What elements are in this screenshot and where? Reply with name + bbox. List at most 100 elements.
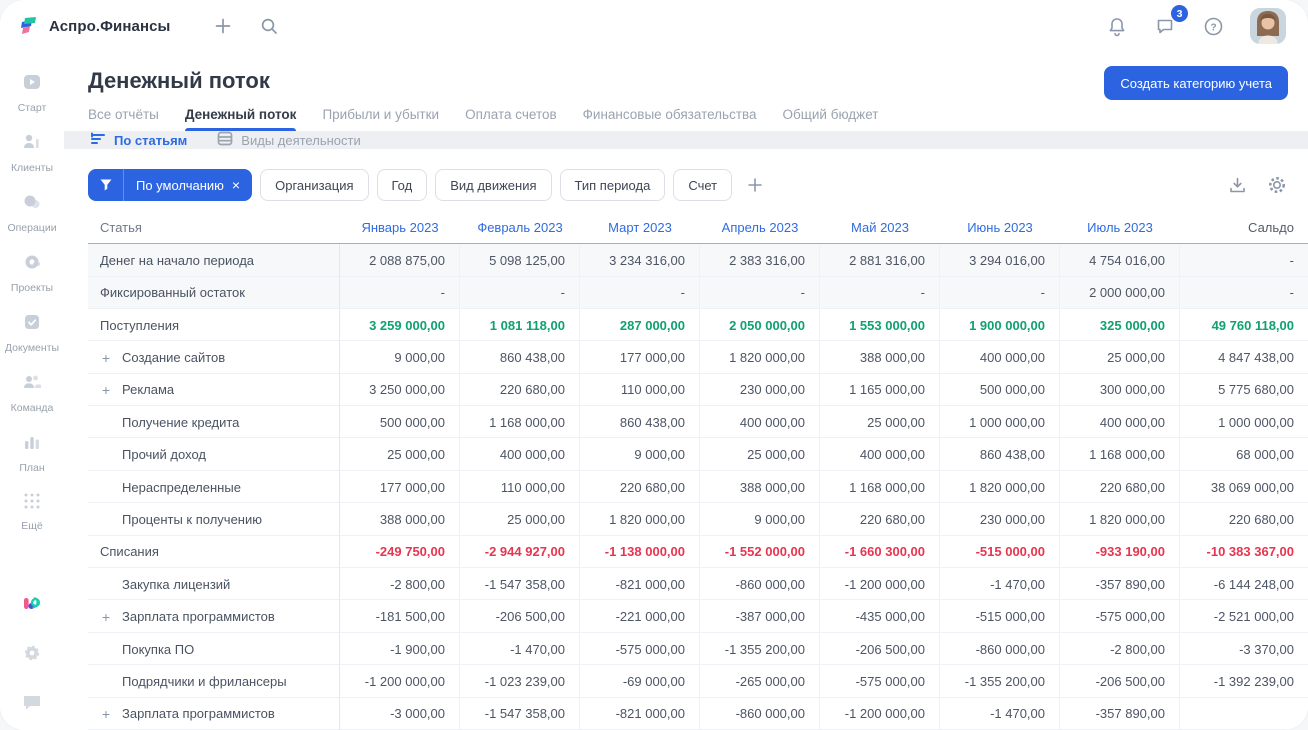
sidebar-item-label: Старт: [17, 102, 47, 114]
messages-button[interactable]: 3: [1148, 5, 1188, 43]
table-row[interactable]: Проценты к получению 388 000,00 25 000,00 1…: [88, 503, 1308, 536]
sidebar-item-label: Проекты: [10, 282, 54, 294]
table-row[interactable]: + Реклама 3 250 000,00 220 680,00 110 000,00…: [88, 373, 1308, 407]
expand-plus-icon[interactable]: +: [100, 609, 112, 625]
table-row[interactable]: Закупка лицензий -2 800,00 -1 547 358,00 -8…: [88, 568, 1308, 601]
avatar-photo: [1250, 8, 1286, 44]
tab-1[interactable]: Денежный поток: [184, 107, 296, 131]
sidebar-item-clients[interactable]: Клиенты: [0, 122, 64, 182]
active-filter-chip[interactable]: По умолчанию ×: [88, 169, 253, 202]
table-settings-button[interactable]: [1266, 174, 1288, 196]
add-button[interactable]: [206, 9, 240, 43]
row-label-cell: + Создание сайтов: [88, 341, 340, 374]
app-logo[interactable]: Аспро.Финансы: [18, 15, 170, 37]
svg-text:?: ?: [1210, 22, 1216, 33]
tab-2[interactable]: Прибыли и убытки: [322, 107, 439, 131]
tab-3[interactable]: Оплата счетов: [465, 107, 557, 131]
settings-button[interactable]: [19, 640, 45, 666]
filter-chip-2[interactable]: Вид движения: [435, 169, 552, 202]
row-label: Получение кредита: [122, 414, 240, 430]
value-cell: 1 165 000,00: [820, 373, 940, 407]
help-button[interactable]: ?: [1196, 9, 1230, 43]
table-row[interactable]: Поступления 3 259 000,00 1 081 118,00 287 0…: [88, 308, 1308, 342]
table-row[interactable]: Списания -249 750,00 -2 944 927,00 -1 138 0…: [88, 535, 1308, 569]
saldo-cell: 220 680,00: [1228, 511, 1294, 527]
sidebar-item-more[interactable]: Ещё: [0, 482, 64, 540]
view-activity-types[interactable]: Виды деятельности: [217, 131, 361, 149]
filter-chip-4[interactable]: Счет: [673, 169, 733, 202]
value-cell: -2 800,00: [1060, 632, 1180, 666]
add-filter-button[interactable]: [740, 169, 770, 201]
expand-plus-icon[interactable]: +: [100, 706, 112, 722]
table-row[interactable]: Прочий доход 25 000,00 400 000,00 9 000,00 2…: [88, 438, 1308, 471]
column-header-month-6[interactable]: Июнь 2023: [940, 220, 1060, 235]
column-header-month-5[interactable]: Май 2023: [820, 220, 940, 235]
expand-plus-icon[interactable]: +: [100, 350, 112, 366]
table-row[interactable]: Покупка ПО -1 900,00 -1 470,00 -575 000,00-…: [88, 632, 1308, 666]
value-cell: 9 000,00: [580, 438, 700, 471]
column-header-month-7[interactable]: Июль 2023: [1060, 220, 1180, 235]
table-row[interactable]: Нераспределенные 177 000,00 110 000,00 220 …: [88, 470, 1308, 504]
search-button[interactable]: [252, 9, 286, 43]
table-row[interactable]: Фиксированный остаток - - - - - -2 000 000,00-: [88, 276, 1308, 309]
create-category-button[interactable]: Создать категорию учета: [1104, 66, 1288, 100]
user-avatar[interactable]: [1250, 8, 1286, 44]
table-row[interactable]: + Создание сайтов 9 000,00 860 438,00 177 00…: [88, 341, 1308, 374]
value-cell: 220 680,00: [460, 373, 580, 407]
sidebar-item-plan[interactable]: План: [0, 422, 64, 482]
table-row[interactable]: Денег на начало периода 2 088 875,00 5 098…: [88, 244, 1308, 277]
row-label: Реклама: [122, 382, 175, 398]
table-row[interactable]: + Зарплата программистов -181 500,00 -206 5…: [88, 600, 1308, 633]
value-cell: -1 138 000,00: [580, 535, 700, 569]
value-cell: -933 190,00: [1060, 535, 1180, 569]
sidebar-item-projects[interactable]: Проекты: [0, 242, 64, 302]
filter-chip-3[interactable]: Тип периода: [559, 169, 666, 202]
view-by-articles[interactable]: По статьям: [90, 132, 187, 149]
export-button[interactable]: [1226, 174, 1248, 196]
expand-plus-icon[interactable]: +: [100, 382, 112, 398]
column-header-month-1[interactable]: Январь 2023: [340, 220, 460, 235]
value-cell: 220 680,00: [580, 470, 700, 504]
value-cell: 25 000,00: [460, 503, 580, 536]
value-cell: 1 000 000,00: [940, 406, 1060, 439]
filter-chip-0[interactable]: Организация: [260, 169, 369, 202]
support-chat-button[interactable]: [19, 690, 45, 716]
page-title: Денежный поток: [88, 68, 270, 93]
value-cell: 400 000,00: [460, 438, 580, 471]
column-header-month-4[interactable]: Апрель 2023: [700, 220, 820, 235]
tab-0[interactable]: Все отчёты: [88, 107, 159, 131]
clear-filter-icon[interactable]: ×: [230, 177, 252, 193]
column-header-month-2[interactable]: Февраль 2023: [460, 220, 580, 235]
table-row[interactable]: Получение кредита 500 000,00 1 168 000,00 8…: [88, 406, 1308, 439]
value-cell: -860 000,00: [940, 632, 1060, 666]
table-row[interactable]: + Зарплата программистов -3 000,00 -1 547 3…: [88, 697, 1308, 730]
app-name: Аспро.Финансы: [49, 17, 171, 35]
row-label-cell: Закупка лицензий: [88, 568, 340, 601]
table-row[interactable]: Подрядчики и фрилансеры -1 200 000,00 -1 0…: [88, 665, 1308, 698]
tab-4[interactable]: Финансовые обязательства: [583, 107, 757, 131]
value-cell: 400 000,00: [1060, 406, 1180, 439]
saldo-cell: 5 775 680,00: [1218, 382, 1294, 398]
value-cell: -: [460, 276, 580, 309]
sidebar-item-team[interactable]: Команда: [0, 362, 64, 422]
aspro-mark-icon: [24, 596, 41, 609]
help-icon: ?: [1204, 17, 1222, 35]
sidebar-item-operations[interactable]: Операции: [0, 182, 64, 242]
value-cell: -575 000,00: [820, 665, 940, 698]
value-cell: 2 383 316,00: [700, 244, 820, 277]
filter-chip-1[interactable]: Год: [376, 169, 428, 202]
aspro-mark-button[interactable]: [19, 590, 45, 616]
column-header-month-3[interactable]: Март 2023: [580, 220, 700, 235]
notifications-button[interactable]: [1100, 9, 1134, 43]
row-label: Создание сайтов: [122, 350, 226, 365]
row-label-cell: Поступления: [88, 308, 340, 342]
saldo-cell: 68 000,00: [1236, 447, 1294, 463]
tab-5[interactable]: Общий бюджет: [783, 107, 879, 131]
filter-toolbar: По умолчанию × Организация Год Вид движени…: [88, 169, 1288, 202]
sidebar-item-start[interactable]: Старт: [0, 62, 64, 122]
value-cell: 1 168 000,00: [1060, 438, 1180, 471]
value-cell: 1 900 000,00: [940, 308, 1060, 342]
value-cell: 1 820 000,00: [580, 503, 700, 536]
sidebar-item-documents[interactable]: Документы: [0, 302, 64, 362]
row-label: Закупка лицензий: [122, 576, 231, 592]
